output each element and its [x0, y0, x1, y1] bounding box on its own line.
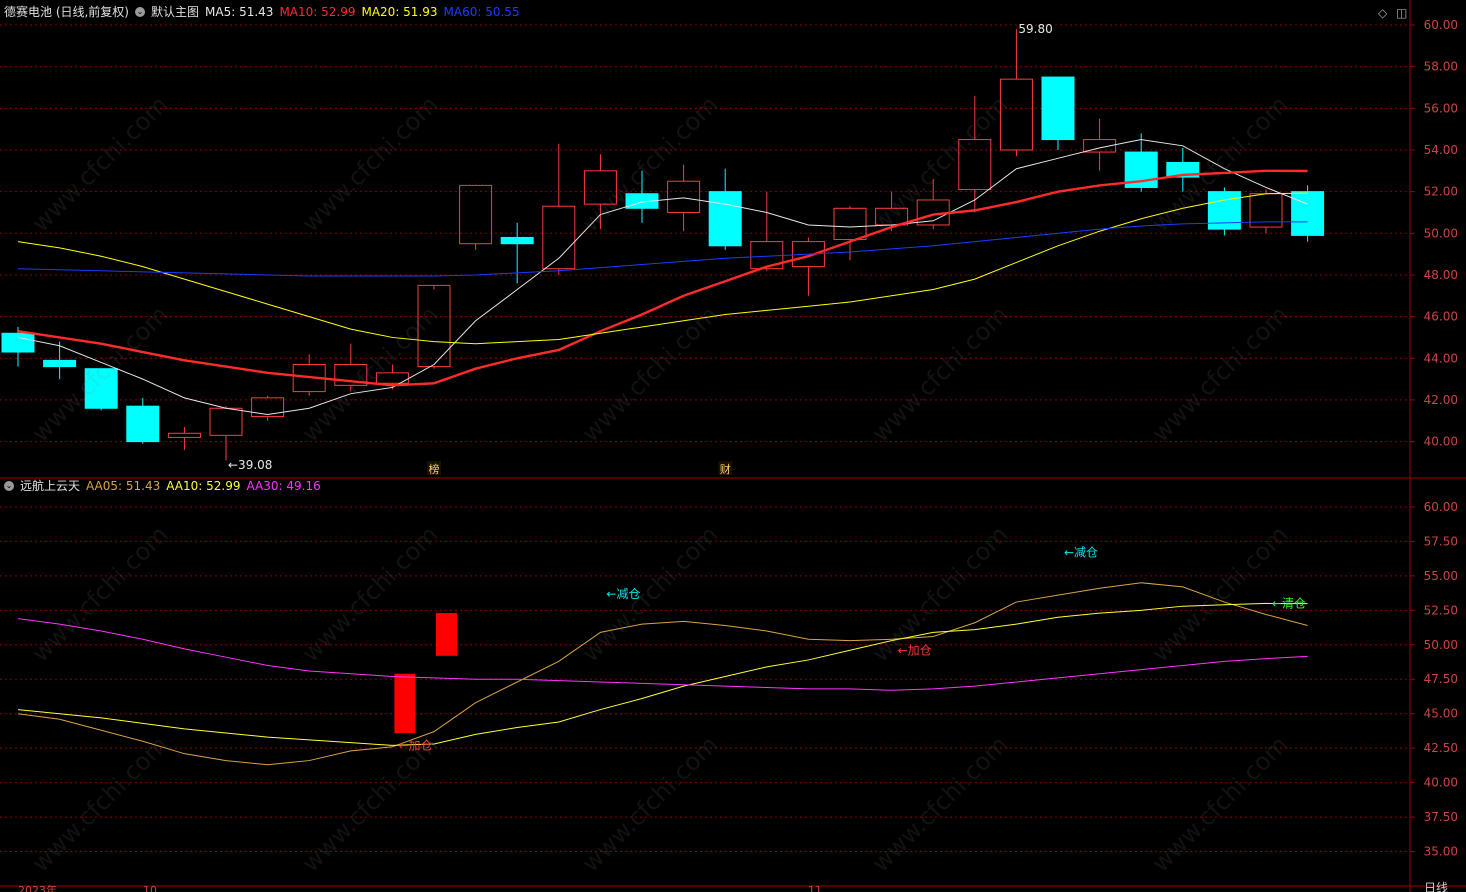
candle-body-up[interactable] — [459, 184, 493, 245]
y-tick-label: 57.50 — [1424, 534, 1458, 548]
diamond-icon[interactable]: ◇ — [1378, 6, 1387, 20]
stock-title[interactable]: 德赛电池 (日线,前复权) — [4, 4, 129, 20]
event-marker: 榜 — [429, 462, 440, 476]
candle-body-up[interactable] — [833, 207, 867, 241]
y-tick-label: 37.50 — [1424, 810, 1458, 824]
indicator-header: ⌄ 远航上云天 AA05: 51.43 AA10: 52.99 AA30: 49… — [4, 478, 321, 494]
ma20-label: MA20: 51.93 — [361, 5, 438, 19]
chevron-down-icon[interactable]: ⌄ — [4, 481, 14, 491]
y-tick-label: 42.50 — [1424, 741, 1458, 755]
signal-bar — [436, 613, 457, 656]
trade-signal: ←清仓 — [1272, 596, 1306, 610]
aa10-line — [17, 602, 1308, 746]
aa10-label: AA10: 52.99 — [166, 479, 241, 493]
main-chart-header: 德赛电池 (日线,前复权) ⌄ 默认主图 MA5: 51.43 MA10: 52… — [4, 4, 520, 20]
indicator-title[interactable]: 远航上云天 — [20, 478, 80, 494]
y-tick-label: 56.00 — [1424, 101, 1458, 115]
period-label: 日线 — [1424, 881, 1448, 892]
candle-body-down[interactable] — [708, 191, 742, 247]
aa05-label: AA05: 51.43 — [86, 479, 161, 493]
chevron-down-icon[interactable]: ⌄ — [135, 7, 145, 17]
date-label: 11 — [808, 884, 822, 892]
ma20-line — [17, 192, 1308, 345]
y-tick-label: 58.00 — [1424, 60, 1458, 74]
y-tick-label: 46.00 — [1424, 310, 1458, 324]
ma5-label: MA5: 51.43 — [205, 5, 274, 19]
y-tick-label: 54.00 — [1424, 143, 1458, 157]
date-label: 2023年 — [18, 883, 57, 892]
y-tick-label: 42.00 — [1424, 393, 1458, 407]
template-name[interactable]: 默认主图 — [151, 4, 199, 20]
aa30-label: AA30: 49.16 — [246, 479, 321, 493]
candle-body-up[interactable] — [542, 205, 576, 270]
ma10-label: MA10: 52.99 — [279, 5, 356, 19]
candle-body-up[interactable] — [667, 180, 701, 213]
candle-body-down[interactable] — [500, 236, 534, 245]
price-annotation: ←39.08 — [228, 458, 272, 472]
event-marker: 财 — [720, 462, 731, 476]
candle-body-down[interactable] — [126, 405, 160, 443]
candle-body-up[interactable] — [167, 432, 201, 438]
y-tick-label: 44.00 — [1424, 351, 1458, 365]
signal-bar — [394, 673, 416, 733]
y-tick-label: 60.00 — [1424, 18, 1458, 32]
candle-body-down[interactable] — [1291, 191, 1325, 236]
window-icon[interactable]: ◫ — [1396, 6, 1407, 20]
y-tick-label: 52.50 — [1424, 603, 1458, 617]
y-tick-label: 45.00 — [1424, 707, 1458, 721]
candle-body-down[interactable] — [1041, 76, 1075, 141]
candle-body-up[interactable] — [251, 397, 285, 418]
ma60-label: MA60: 50.55 — [443, 5, 520, 19]
y-tick-label: 50.00 — [1424, 226, 1458, 240]
y-tick-label: 60.00 — [1424, 500, 1458, 514]
candle-body-down[interactable] — [1, 332, 35, 353]
y-tick-label: 50.00 — [1424, 638, 1458, 652]
trade-signal: ←减仓 — [1064, 545, 1098, 559]
y-tick-label: 48.00 — [1424, 268, 1458, 282]
date-label: 10 — [143, 884, 157, 892]
y-tick-label: 52.00 — [1424, 185, 1458, 199]
candle-body-up[interactable] — [209, 407, 243, 436]
ma60-line — [17, 221, 1308, 277]
candle-body-down[interactable] — [43, 359, 77, 368]
y-tick-label: 55.00 — [1424, 569, 1458, 583]
price-annotation: 59.80 — [1018, 22, 1052, 36]
y-tick-label: 40.00 — [1424, 435, 1458, 449]
y-tick-label: 47.50 — [1424, 672, 1458, 686]
y-tick-label: 40.00 — [1424, 776, 1458, 790]
y-tick-label: 35.00 — [1424, 845, 1458, 859]
